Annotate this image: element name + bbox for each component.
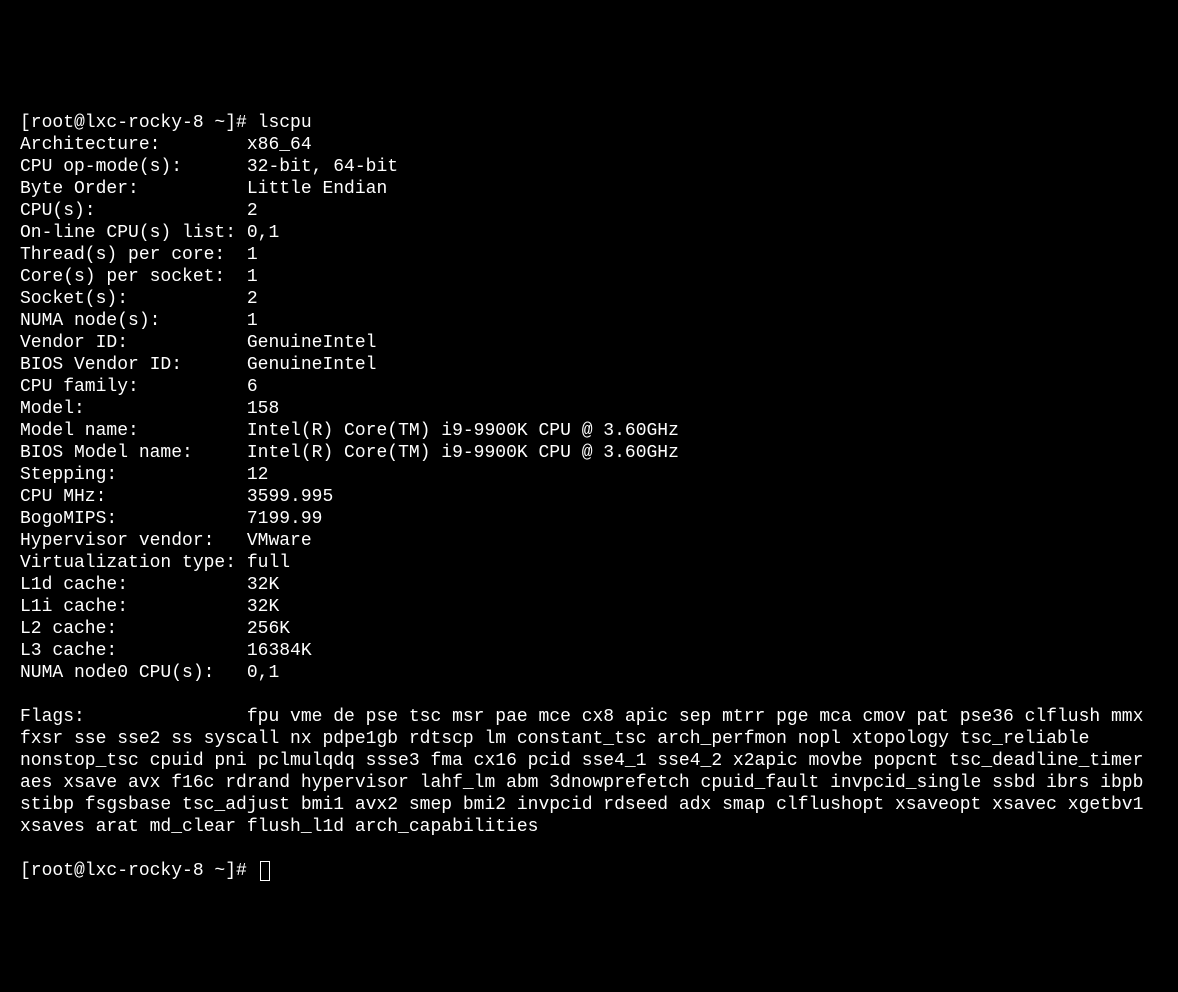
field-label: L1i cache:: [20, 597, 247, 617]
field-value: 7199.99: [247, 509, 323, 529]
lscpu-field-row: L3 cache: 16384K: [20, 640, 1158, 662]
field-label: BIOS Vendor ID:: [20, 355, 247, 375]
field-value: Intel(R) Core(TM) i9-9900K CPU @ 3.60GHz: [247, 421, 679, 441]
field-value: Intel(R) Core(TM) i9-9900K CPU @ 3.60GHz: [247, 443, 679, 463]
lscpu-field-row: Byte Order: Little Endian: [20, 178, 1158, 200]
command-text: lscpu: [258, 113, 312, 133]
field-label: L3 cache:: [20, 641, 247, 661]
field-label: NUMA node0 CPU(s):: [20, 663, 247, 683]
lscpu-field-row: L1i cache: 32K: [20, 596, 1158, 618]
lscpu-field-row: Model name: Intel(R) Core(TM) i9-9900K C…: [20, 420, 1158, 442]
field-value: 12: [247, 465, 269, 485]
field-label: Model:: [20, 399, 247, 419]
field-label: NUMA node(s):: [20, 311, 247, 331]
field-value: GenuineIntel: [247, 355, 377, 375]
field-label: CPU(s):: [20, 201, 247, 221]
field-label: CPU family:: [20, 377, 247, 397]
field-value: 1: [247, 245, 258, 265]
field-label: Stepping:: [20, 465, 247, 485]
field-value: GenuineIntel: [247, 333, 377, 353]
field-value: full: [247, 553, 290, 573]
field-label: Vendor ID:: [20, 333, 247, 353]
lscpu-field-row: BIOS Vendor ID: GenuineIntel: [20, 354, 1158, 376]
lscpu-output: Architecture: x86_64CPU op-mode(s): 32-b…: [20, 134, 1158, 684]
field-label: L1d cache:: [20, 575, 247, 595]
field-value: 16384K: [247, 641, 312, 661]
lscpu-field-row: On-line CPU(s) list: 0,1: [20, 222, 1158, 244]
field-label: Virtualization type:: [20, 553, 247, 573]
field-label: Thread(s) per core:: [20, 245, 247, 265]
lscpu-field-row: Model: 158: [20, 398, 1158, 420]
field-label: L2 cache:: [20, 619, 247, 639]
lscpu-field-row: Stepping: 12: [20, 464, 1158, 486]
field-value: 0,1: [247, 663, 279, 683]
field-value: 3599.995: [247, 487, 333, 507]
field-value: 32-bit, 64-bit: [247, 157, 398, 177]
field-value: 2: [247, 201, 258, 221]
lscpu-field-row: Hypervisor vendor: VMware: [20, 530, 1158, 552]
terminal[interactable]: [root@lxc-rocky-8 ~]# lscpu Architecture…: [20, 90, 1158, 882]
lscpu-field-row: Socket(s): 2: [20, 288, 1158, 310]
lscpu-field-row: CPU MHz: 3599.995: [20, 486, 1158, 508]
lscpu-field-row: CPU family: 6: [20, 376, 1158, 398]
field-value: 1: [247, 311, 258, 331]
lscpu-field-row: Thread(s) per core: 1: [20, 244, 1158, 266]
lscpu-field-row: L2 cache: 256K: [20, 618, 1158, 640]
field-value: 158: [247, 399, 279, 419]
field-value: 1: [247, 267, 258, 287]
lscpu-field-row: NUMA node(s): 1: [20, 310, 1158, 332]
lscpu-field-row: Core(s) per socket: 1: [20, 266, 1158, 288]
field-label: Hypervisor vendor:: [20, 531, 247, 551]
lscpu-field-row: L1d cache: 32K: [20, 574, 1158, 596]
field-value: Little Endian: [247, 179, 387, 199]
lscpu-field-row: BogoMIPS: 7199.99: [20, 508, 1158, 530]
field-label: Core(s) per socket:: [20, 267, 247, 287]
lscpu-field-row: CPU(s): 2: [20, 200, 1158, 222]
field-label: BIOS Model name:: [20, 443, 247, 463]
field-value: 32K: [247, 597, 279, 617]
flags-label: Flags:: [20, 707, 247, 727]
lscpu-field-row: BIOS Model name: Intel(R) Core(TM) i9-99…: [20, 442, 1158, 464]
field-label: Byte Order:: [20, 179, 247, 199]
field-label: Socket(s):: [20, 289, 247, 309]
field-value: VMware: [247, 531, 312, 551]
field-label: On-line CPU(s) list:: [20, 223, 247, 243]
prompt-1: [root@lxc-rocky-8 ~]#: [20, 113, 258, 133]
lscpu-field-row: Architecture: x86_64: [20, 134, 1158, 156]
lscpu-field-row: Vendor ID: GenuineIntel: [20, 332, 1158, 354]
lscpu-field-row: NUMA node0 CPU(s): 0,1: [20, 662, 1158, 684]
lscpu-field-row: CPU op-mode(s): 32-bit, 64-bit: [20, 156, 1158, 178]
field-label: Architecture:: [20, 135, 247, 155]
field-label: CPU op-mode(s):: [20, 157, 247, 177]
lscpu-field-row: Virtualization type: full: [20, 552, 1158, 574]
flags-row: Flags: fpu vme de pse tsc msr pae mce cx…: [20, 706, 1158, 838]
field-label: Model name:: [20, 421, 247, 441]
field-value: 0,1: [247, 223, 279, 243]
field-value: 256K: [247, 619, 290, 639]
field-value: 32K: [247, 575, 279, 595]
field-value: 2: [247, 289, 258, 309]
field-value: x86_64: [247, 135, 312, 155]
prompt-2: [root@lxc-rocky-8 ~]#: [20, 861, 258, 881]
cursor: [260, 861, 270, 881]
field-label: CPU MHz:: [20, 487, 247, 507]
field-label: BogoMIPS:: [20, 509, 247, 529]
field-value: 6: [247, 377, 258, 397]
